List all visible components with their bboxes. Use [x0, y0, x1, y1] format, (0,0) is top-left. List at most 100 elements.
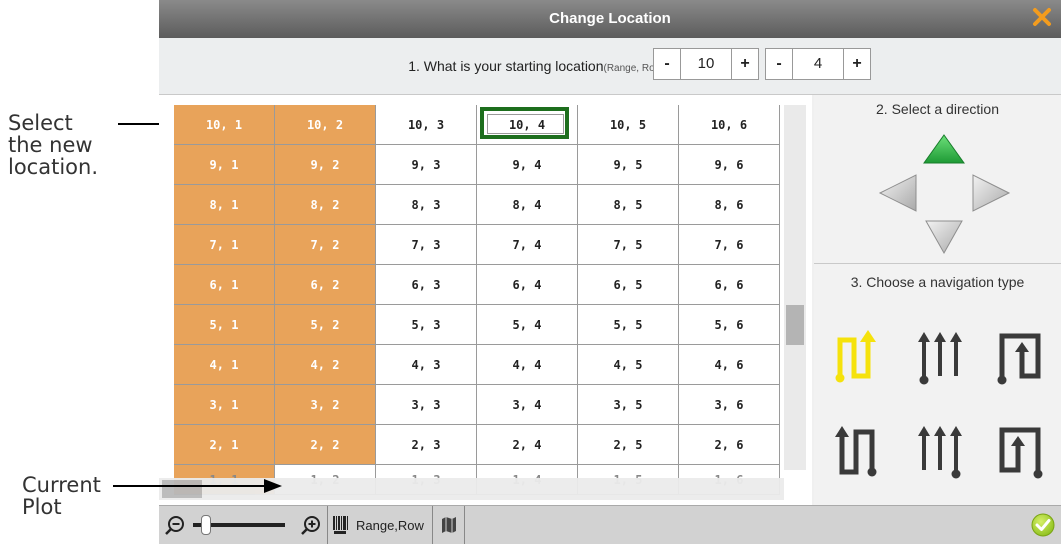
- grid-cell[interactable]: 4, 1: [174, 345, 275, 385]
- grid-cell[interactable]: 2, 3: [376, 425, 477, 465]
- grid-cell[interactable]: 2, 2: [275, 425, 376, 465]
- grid-cell[interactable]: 5, 5: [578, 305, 679, 345]
- grid-cell[interactable]: 5, 3: [376, 305, 477, 345]
- grid-cell[interactable]: 7, 4: [477, 225, 578, 265]
- grid-cell[interactable]: 6, 2: [275, 265, 376, 305]
- box-return-icon[interactable]: [994, 328, 1046, 388]
- grid-cell[interactable]: 10, 1: [174, 105, 275, 145]
- selected-cell-label: 10, 4: [508, 118, 546, 132]
- confirm-check-icon[interactable]: [1031, 513, 1055, 537]
- horizontal-scroll-thumb[interactable]: [162, 480, 202, 498]
- grid-cell[interactable]: 7, 6: [679, 225, 780, 265]
- grid-cell[interactable]: 6, 5: [578, 265, 679, 305]
- grid-cell[interactable]: 3, 3: [376, 385, 477, 425]
- box-return-alt-icon[interactable]: [994, 422, 1046, 482]
- plot-grid: 10, 1 10, 2 10, 3 10, 4 10, 5 10, 6 9, 1 9, 2 9,…: [174, 105, 780, 495]
- arrow-down-icon[interactable]: [924, 219, 964, 255]
- grid-cell[interactable]: 4, 2: [275, 345, 376, 385]
- annotation-current-line1: Current: [22, 473, 101, 497]
- options-panel: 2. Select a direction 3. Choose a naviga…: [814, 95, 1061, 505]
- grid-cell[interactable]: 9, 5: [578, 145, 679, 185]
- parallel-alt-icon[interactable]: [914, 422, 966, 482]
- grid-cell[interactable]: 7, 3: [376, 225, 477, 265]
- arrow-left-icon[interactable]: [878, 173, 918, 213]
- grid-cell[interactable]: 4, 3: [376, 345, 477, 385]
- grid-cell[interactable]: 3, 5: [578, 385, 679, 425]
- grid-cell[interactable]: 2, 5: [578, 425, 679, 465]
- arrow-up-icon[interactable]: [922, 133, 966, 165]
- grid-row: 6, 1 6, 2 6, 3 6, 4 6, 5 6, 6: [174, 265, 780, 305]
- navigation-section-title: 3. Choose a navigation type: [850, 274, 1025, 290]
- grid-cell[interactable]: 4, 6: [679, 345, 780, 385]
- grid-cell[interactable]: 9, 4: [477, 145, 578, 185]
- serpentine-alt-icon[interactable]: [834, 422, 886, 482]
- zoom-in-icon[interactable]: [301, 515, 321, 535]
- row-decrement-button[interactable]: -: [765, 48, 793, 80]
- direction-section: 2. Select a direction: [814, 95, 1061, 264]
- grid-cell[interactable]: 3, 4: [477, 385, 578, 425]
- toolbar-divider: [327, 506, 328, 544]
- grid-cell[interactable]: 2, 1: [174, 425, 275, 465]
- plot-grid-area: 10, 1 10, 2 10, 3 10, 4 10, 5 10, 6 9, 1 9, 2 9,…: [159, 95, 812, 505]
- grid-cell[interactable]: 7, 1: [174, 225, 275, 265]
- grid-cell[interactable]: 6, 1: [174, 265, 275, 305]
- grid-cell[interactable]: 8, 3: [376, 185, 477, 225]
- toolbar-divider: [464, 506, 465, 544]
- grid-cell[interactable]: 5, 6: [679, 305, 780, 345]
- grid-cell[interactable]: 8, 6: [679, 185, 780, 225]
- vertical-scroll-thumb[interactable]: [786, 305, 804, 345]
- grid-row: 7, 1 7, 2 7, 3 7, 4 7, 5 7, 6: [174, 225, 780, 265]
- map-icon[interactable]: [441, 516, 457, 534]
- grid-cell[interactable]: 5, 4: [477, 305, 578, 345]
- grid-cell[interactable]: 4, 4: [477, 345, 578, 385]
- zoom-slider-thumb[interactable]: [201, 515, 211, 535]
- zoom-out-icon[interactable]: [165, 515, 185, 535]
- label-mode-button[interactable]: Range,Row: [332, 512, 424, 538]
- close-icon[interactable]: [1031, 6, 1053, 28]
- arrow-right-icon[interactable]: [971, 173, 1011, 213]
- grid-cell[interactable]: 8, 2: [275, 185, 376, 225]
- grid-cell[interactable]: 9, 6: [679, 145, 780, 185]
- dialog-title: Change Location: [549, 10, 671, 27]
- grid-cell[interactable]: 4, 5: [578, 345, 679, 385]
- grid-cell[interactable]: 8, 4: [477, 185, 578, 225]
- grid-cell[interactable]: 3, 1: [174, 385, 275, 425]
- range-value-field[interactable]: 10: [681, 48, 731, 80]
- grid-cell[interactable]: 10, 6: [679, 105, 780, 145]
- grid-cell[interactable]: 8, 1: [174, 185, 275, 225]
- grid-cell[interactable]: 9, 2: [275, 145, 376, 185]
- range-decrement-button[interactable]: -: [653, 48, 681, 80]
- annotation-current-arrow-line: [113, 485, 268, 487]
- parallel-up-icon[interactable]: [914, 328, 966, 388]
- vertical-scrollbar[interactable]: [784, 105, 806, 470]
- horizontal-scrollbar[interactable]: [159, 478, 784, 500]
- grid-cell[interactable]: 2, 6: [679, 425, 780, 465]
- grid-cell[interactable]: 8, 5: [578, 185, 679, 225]
- grid-cell[interactable]: 9, 3: [376, 145, 477, 185]
- serpentine-up-icon[interactable]: [834, 328, 886, 388]
- grid-row: 4, 1 4, 2 4, 3 4, 4 4, 5 4, 6: [174, 345, 780, 385]
- row-stepper: - 4 +: [765, 48, 871, 80]
- row-increment-button[interactable]: +: [843, 48, 871, 80]
- range-increment-button[interactable]: +: [731, 48, 759, 80]
- grid-cell[interactable]: 6, 6: [679, 265, 780, 305]
- grid-cell[interactable]: 10, 5: [578, 105, 679, 145]
- annotation-select-line3: location.: [8, 155, 98, 179]
- starting-location-row: 1. What is your starting location(Range,…: [159, 38, 1061, 95]
- grid-cell[interactable]: 10, 2: [275, 105, 376, 145]
- grid-cell[interactable]: 10, 3: [376, 105, 477, 145]
- annotation-current-line2: Plot: [22, 495, 62, 519]
- grid-cell[interactable]: 2, 4: [477, 425, 578, 465]
- grid-cell[interactable]: 7, 2: [275, 225, 376, 265]
- grid-cell[interactable]: 9, 1: [174, 145, 275, 185]
- grid-cell[interactable]: 3, 2: [275, 385, 376, 425]
- grid-cell[interactable]: 5, 2: [275, 305, 376, 345]
- grid-cell[interactable]: 5, 1: [174, 305, 275, 345]
- grid-cell[interactable]: 7, 5: [578, 225, 679, 265]
- barcode-icon: [333, 516, 348, 534]
- row-value-field[interactable]: 4: [793, 48, 843, 80]
- grid-cell[interactable]: 3, 6: [679, 385, 780, 425]
- grid-cell[interactable]: 6, 3: [376, 265, 477, 305]
- grid-cell[interactable]: 6, 4: [477, 265, 578, 305]
- selected-grid-cell[interactable]: 10, 4: [477, 105, 578, 145]
